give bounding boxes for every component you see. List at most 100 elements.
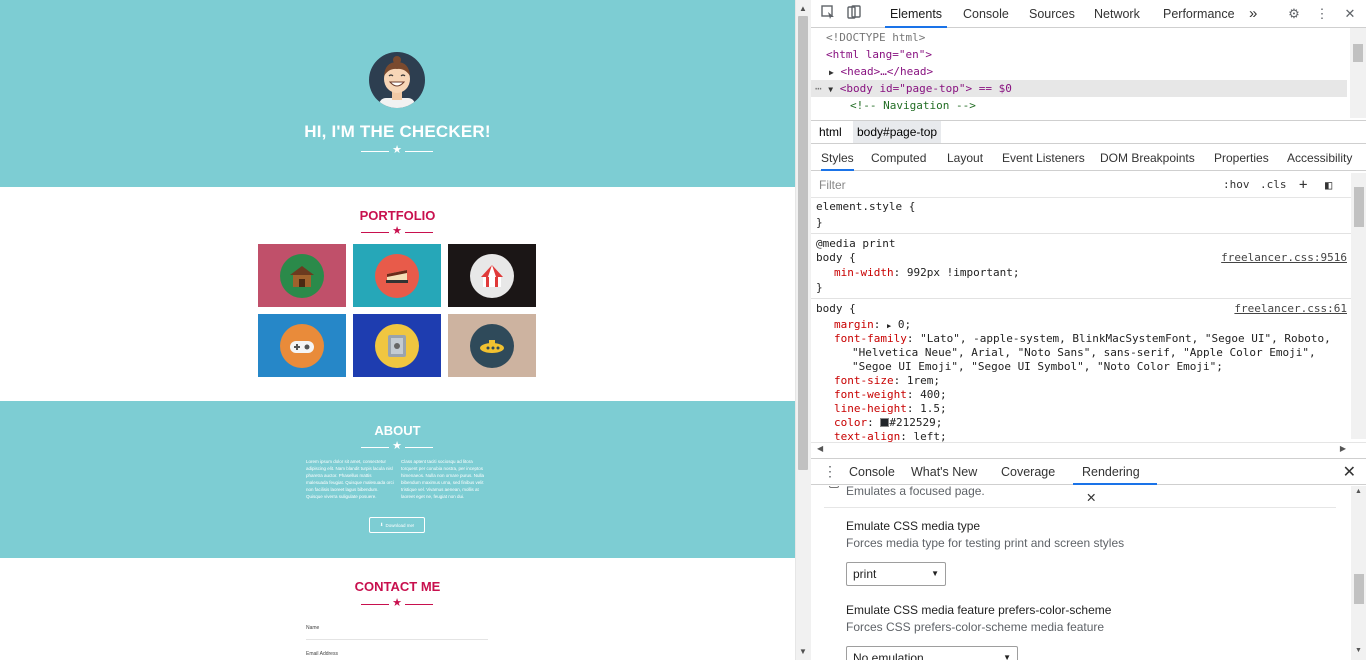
source-link-body[interactable]: freelancer.css:61 xyxy=(1234,302,1347,316)
inspect-element-icon[interactable] xyxy=(819,5,837,23)
cabin-icon xyxy=(290,265,314,287)
print-media-rule: @media print body { freelancer.css:9516 … xyxy=(811,235,1351,299)
class-toggle-button[interactable]: .cls xyxy=(1260,176,1287,194)
text-align-declaration[interactable]: text-align: left; xyxy=(834,430,947,442)
expand-arrow-icon[interactable]: ▶ xyxy=(887,322,891,330)
styles-subtabs: Styles Computed Layout Event Listeners D… xyxy=(811,145,1366,171)
star-divider: ★ xyxy=(361,225,433,238)
font-size-declaration[interactable]: font-size: 1rem; xyxy=(834,374,940,388)
circus-tent-icon xyxy=(481,264,503,287)
star-icon: ★ xyxy=(392,440,402,452)
tab-network[interactable]: Network xyxy=(1094,0,1140,28)
breadcrumb-body[interactable]: body#page-top xyxy=(853,121,942,143)
media-type-title: Emulate CSS media type xyxy=(846,519,981,533)
styles-scrollbar[interactable] xyxy=(1351,173,1366,439)
elements-tree: <!DOCTYPE html> <html lang="en"> ▶ <head… xyxy=(811,28,1366,120)
line-height-declaration[interactable]: line-height: 1.5; xyxy=(834,402,947,416)
page-scrollbar[interactable]: ▲ ▼ xyxy=(795,0,811,660)
download-button[interactable]: ⬇ Download me! xyxy=(369,517,425,533)
about-section: ABOUT ★ Lorem ipsum dolor sit amet, cons… xyxy=(0,401,795,558)
body-selector[interactable]: body { xyxy=(816,302,856,316)
tab-styles[interactable]: Styles xyxy=(821,145,854,171)
settings-gear-icon[interactable]: ⚙ xyxy=(1285,5,1303,23)
scroll-right-icon[interactable]: ▶ xyxy=(1340,444,1346,453)
scroll-down-icon[interactable]: ▼ xyxy=(1355,647,1362,654)
drawer-menu-icon[interactable]: ⋮ xyxy=(823,463,837,480)
tab-accessibility[interactable]: Accessibility xyxy=(1287,145,1352,171)
portfolio-title: PORTFOLIO xyxy=(359,208,436,223)
font-family-continuation: "Helvetica Neue", Arial, "Noto Sans", sa… xyxy=(852,346,1316,359)
element-style-selector[interactable]: element.style { xyxy=(816,200,915,214)
about-text-left: Lorem ipsum dolor sit amet, consectetur … xyxy=(306,459,394,499)
safe-icon xyxy=(388,334,406,357)
more-options-icon[interactable]: ⋮ xyxy=(1313,5,1331,23)
styles-horizontal-scrollbar[interactable]: ◀ ▶ xyxy=(811,442,1366,456)
scroll-down-icon[interactable]: ▼ xyxy=(799,647,807,656)
emulate-focused-description: Emulates a focused page. xyxy=(846,486,985,498)
body-node[interactable]: ⋯ ▼ <body id="page-top"> == $0 xyxy=(811,80,1347,97)
color-declaration[interactable]: color: #212529; xyxy=(834,416,942,430)
scroll-left-icon[interactable]: ◀ xyxy=(817,444,823,453)
media-type-select[interactable]: print ▼ xyxy=(846,562,946,586)
close-devtools-icon[interactable]: ✕ xyxy=(1341,5,1359,23)
toggle-sidebar-icon[interactable]: ◧ xyxy=(1325,176,1332,194)
about-text-right: Class aptent taciti sociosqu ad litora t… xyxy=(401,459,485,499)
head-node[interactable]: ▶ <head>…</head> xyxy=(829,63,933,80)
page-scroll-thumb[interactable] xyxy=(798,16,808,470)
portfolio-item-safe[interactable] xyxy=(353,314,441,377)
scroll-up-icon[interactable]: ▲ xyxy=(1355,488,1362,495)
media-type-description: Forces media type for testing print and … xyxy=(846,536,1125,550)
tab-performance[interactable]: Performance xyxy=(1163,0,1235,28)
tab-computed[interactable]: Computed xyxy=(871,145,926,171)
font-weight-declaration[interactable]: font-weight: 400; xyxy=(834,388,947,402)
hover-state-button[interactable]: :hov xyxy=(1223,176,1250,194)
tab-elements[interactable]: Elements xyxy=(885,0,947,28)
chevron-down-icon: ▼ xyxy=(1003,653,1011,660)
device-toolbar-icon[interactable] xyxy=(845,5,863,23)
download-label: Download me! xyxy=(385,522,415,528)
game-controller-icon xyxy=(290,340,314,353)
color-scheme-select[interactable]: No emulation ▼ xyxy=(846,646,1018,660)
margin-declaration[interactable]: margin: ▶ 0; xyxy=(834,318,911,332)
drawer-tab-rendering[interactable]: Rendering ✕ xyxy=(1073,459,1157,505)
tab-console[interactable]: Console xyxy=(963,0,1009,28)
elements-scrollbar[interactable] xyxy=(1350,28,1366,118)
drawer-tab-console[interactable]: Console xyxy=(849,459,895,485)
source-link-print[interactable]: freelancer.css:9516 xyxy=(1221,251,1347,265)
styles-pane: element.style { } @media print body { fr… xyxy=(811,198,1351,442)
more-tabs-icon[interactable]: » xyxy=(1249,0,1257,28)
tab-dom-breakpoints[interactable]: DOM Breakpoints xyxy=(1100,145,1195,171)
expand-arrow-icon[interactable]: ▶ xyxy=(829,68,834,77)
head-node-text: <head>…</head> xyxy=(840,65,934,78)
new-rule-icon[interactable]: + xyxy=(1299,176,1307,194)
min-width-declaration[interactable]: min-width: 992px !important; xyxy=(834,266,1019,280)
portfolio-item-cake[interactable] xyxy=(353,244,441,307)
portfolio-item-circus[interactable] xyxy=(448,244,536,307)
portfolio-item-controller[interactable] xyxy=(258,314,346,377)
font-family-declaration[interactable]: font-family: "Lato", -apple-system, Blin… xyxy=(834,332,1331,346)
star-divider: ★ xyxy=(361,440,433,453)
star-icon: ★ xyxy=(392,144,402,156)
body-selector[interactable]: body { xyxy=(816,251,856,265)
html-node[interactable]: <html lang="en"> xyxy=(826,46,932,63)
breadcrumb-html[interactable]: html xyxy=(815,121,846,143)
drawer-tab-coverage[interactable]: Coverage xyxy=(1001,459,1055,485)
email-field-label: Email Address xyxy=(306,651,338,657)
doctype-node[interactable]: <!DOCTYPE html> xyxy=(826,29,925,46)
name-field[interactable] xyxy=(306,639,488,640)
close-drawer-icon[interactable]: ✕ xyxy=(1343,462,1356,482)
drawer-tab-whats-new[interactable]: What's New xyxy=(911,459,977,485)
tab-sources[interactable]: Sources xyxy=(1029,0,1075,28)
tab-event-listeners[interactable]: Event Listeners xyxy=(1002,145,1085,171)
styles-filter-input[interactable]: Filter xyxy=(815,175,1213,195)
comment-node[interactable]: <!-- Navigation --> xyxy=(850,97,976,114)
avatar xyxy=(369,52,425,108)
collapse-arrow-icon[interactable]: ▼ xyxy=(828,85,833,94)
rendering-scrollbar[interactable]: ▲ ▼ xyxy=(1351,486,1366,660)
portfolio-item-cabin[interactable] xyxy=(258,244,346,307)
tab-properties[interactable]: Properties xyxy=(1214,145,1269,171)
portfolio-item-submarine[interactable] xyxy=(448,314,536,377)
emulate-focused-checkbox[interactable] xyxy=(829,486,839,488)
tab-layout[interactable]: Layout xyxy=(947,145,983,171)
scroll-up-icon[interactable]: ▲ xyxy=(799,4,807,13)
